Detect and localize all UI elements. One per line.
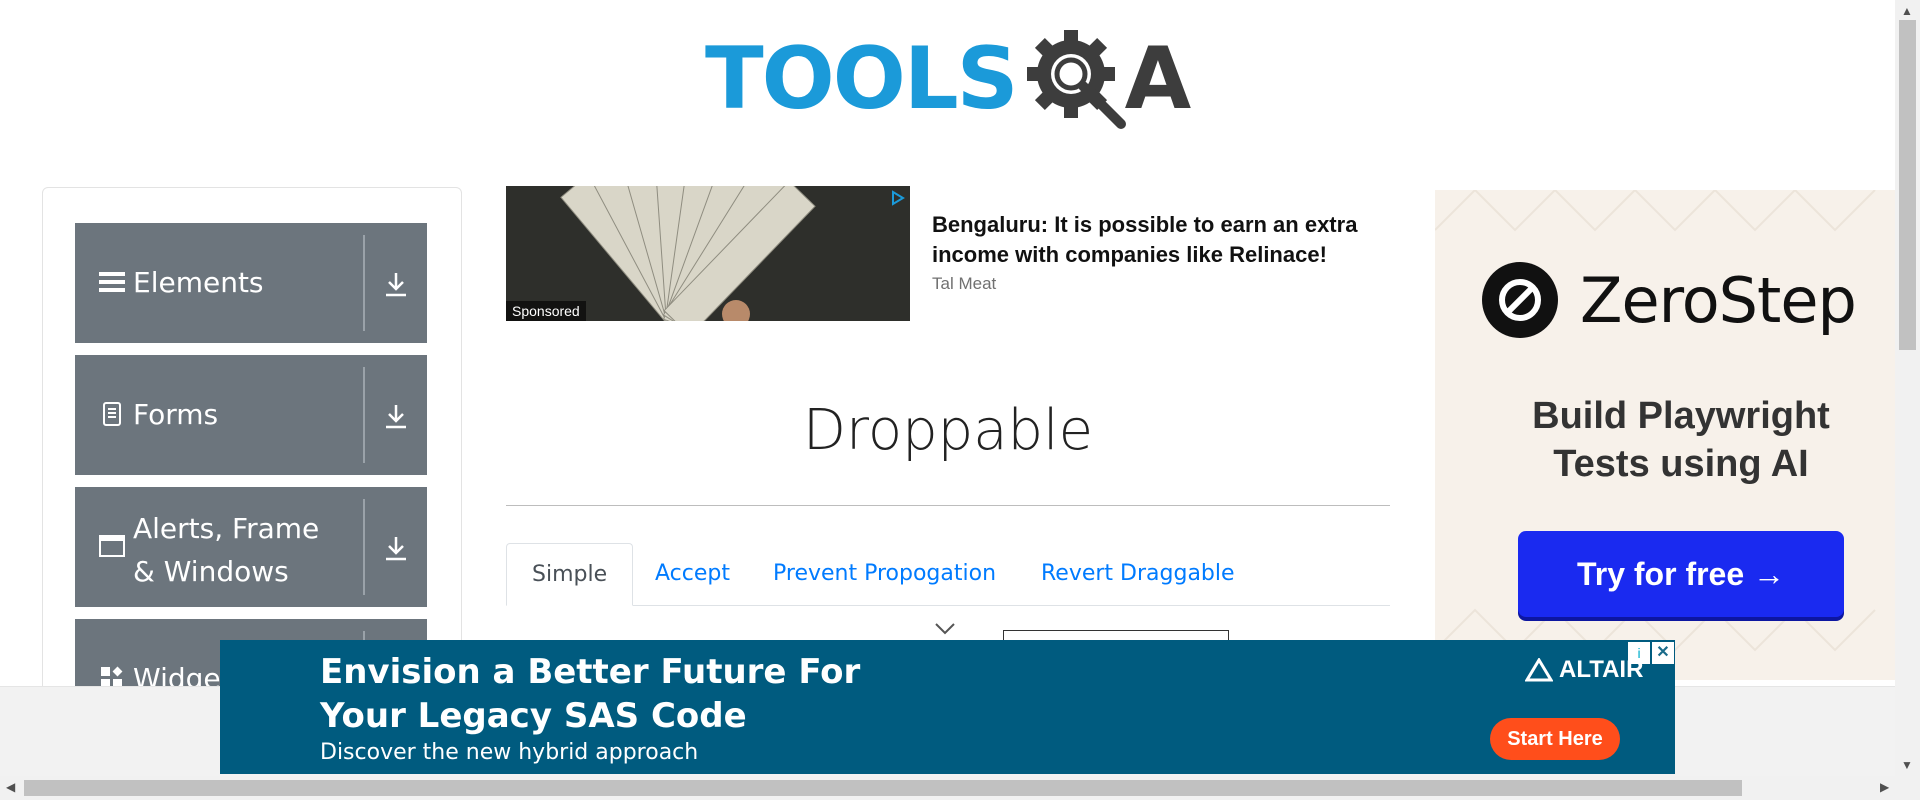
- zerostep-logo-icon: [1482, 262, 1558, 338]
- tab-bar: Simple Accept Prevent Propogation Revert…: [506, 543, 1390, 606]
- menu-icon: [99, 272, 125, 292]
- chevron-down-icon[interactable]: [934, 622, 956, 636]
- vertical-scrollbar[interactable]: ▲ ▼: [1895, 0, 1920, 776]
- try-for-free-button[interactable]: Try for free →: [1518, 531, 1844, 617]
- adchoices-icon[interactable]: [890, 190, 906, 206]
- sponsored-headline[interactable]: Bengaluru: It is possible to earn an ext…: [932, 210, 1412, 270]
- sponsored-image[interactable]: Sponsored: [506, 186, 910, 321]
- divider: [506, 505, 1390, 506]
- sponsored-source: Tal Meat: [932, 274, 997, 293]
- divider: [363, 367, 365, 463]
- window-icon: [99, 535, 125, 557]
- banner-subtext: Discover the new hybrid approach: [320, 740, 699, 765]
- altair-brand: ALTAIR: [1525, 656, 1643, 684]
- sponsored-badge: Sponsored: [506, 301, 586, 321]
- logo-tools-text: TOOLS: [705, 29, 1019, 129]
- download-icon[interactable]: [381, 401, 411, 431]
- start-here-button[interactable]: Start Here: [1490, 718, 1620, 760]
- vertical-scroll-thumb[interactable]: [1899, 20, 1916, 350]
- sidebar-group-forms[interactable]: Forms: [75, 355, 427, 475]
- divider: [363, 235, 365, 331]
- tab-revert-draggable[interactable]: Revert Draggable: [1016, 543, 1260, 605]
- banner-headline: Envision a Better Future For Your Legacy…: [320, 652, 861, 736]
- altair-logo-icon: [1525, 658, 1553, 682]
- scroll-right-icon[interactable]: ▶: [1880, 780, 1889, 794]
- zerostep-name: ZeroStep: [1580, 263, 1857, 337]
- scroll-left-icon[interactable]: ◀: [6, 780, 15, 794]
- document-icon: [103, 402, 121, 426]
- tab-simple[interactable]: Simple: [506, 543, 634, 606]
- page-title: Droppable: [802, 398, 1094, 463]
- zerostep-brand[interactable]: ZeroStep: [1480, 260, 1857, 340]
- toolsqa-logo[interactable]: TOOLS A: [705, 24, 1191, 134]
- horizontal-scrollbar[interactable]: ◀ ▶: [0, 776, 1920, 800]
- sidebar-group-alerts[interactable]: Alerts, Frame & Windows: [75, 487, 427, 607]
- bottom-banner-ad[interactable]: Envision a Better Future For Your Legacy…: [220, 640, 1675, 774]
- logo-a-text: A: [1124, 29, 1192, 129]
- sidebar-group-label: Forms: [133, 398, 219, 431]
- info-icon[interactable]: i: [1628, 642, 1650, 664]
- sidebar-group-label: Alerts, Frame & Windows: [133, 512, 320, 588]
- scroll-up-icon[interactable]: ▲: [1901, 4, 1913, 18]
- scroll-down-icon[interactable]: ▼: [1901, 758, 1913, 772]
- download-icon[interactable]: [381, 533, 411, 563]
- tab-prevent-propogation[interactable]: Prevent Propogation: [748, 543, 1021, 605]
- horizontal-scroll-thumb[interactable]: [24, 780, 1742, 796]
- divider: [363, 499, 365, 595]
- logo-gear-magnifier-icon: [1026, 30, 1126, 129]
- left-sidebar: Elements Forms Alerts, Frame & Windows W…: [42, 187, 462, 709]
- tab-accept[interactable]: Accept: [630, 543, 755, 605]
- download-icon[interactable]: [381, 269, 411, 299]
- sidebar-group-label: Elements: [133, 266, 264, 299]
- ad-copy: Build Playwright Tests using AI: [1532, 395, 1830, 485]
- sidebar-group-elements[interactable]: Elements: [75, 223, 427, 343]
- close-icon[interactable]: ✕: [1652, 642, 1674, 664]
